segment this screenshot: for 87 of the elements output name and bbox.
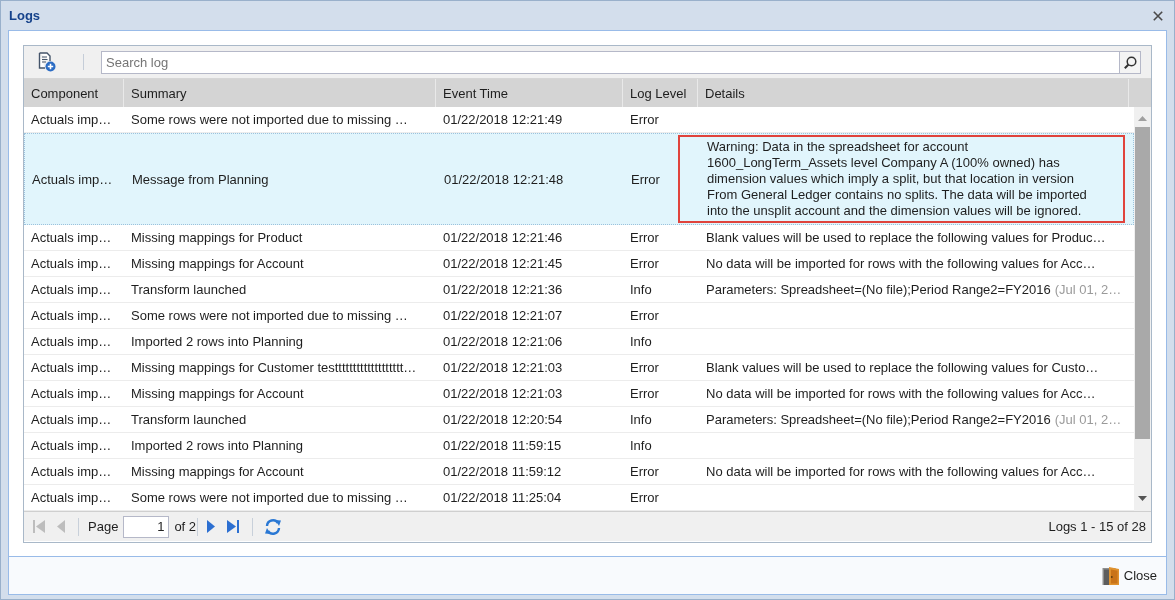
table-cell-text: 01/22/2018 11:25:04	[442, 489, 563, 507]
table-cell-text: Imported 2 rows into Planning	[130, 333, 304, 351]
page-label: Page	[88, 519, 119, 534]
table-cell-text: Some rows were not imported due to missing …	[130, 307, 409, 325]
table-cell-text: 01/22/2018 12:21:45	[442, 255, 564, 273]
table-cell-text: Info	[629, 281, 653, 299]
table-cell-text: Imported 2 rows into Planning	[130, 437, 304, 455]
last-page-icon[interactable]	[227, 520, 240, 533]
table-cell-text: Transform launched	[130, 411, 248, 429]
close-button[interactable]: Close	[1098, 563, 1160, 588]
table-cell-text: 01/22/2018 12:21:48	[443, 170, 565, 189]
column-header[interactable]: Details	[698, 79, 1129, 107]
table-cell-text: Info	[629, 333, 653, 351]
details-text: Parameters: Spreadsheet=(No file);Period Range2=FY2016	[706, 412, 1051, 427]
details-cell-text: No data will be imported for rows with the following values for Acc…	[705, 463, 1097, 481]
table-cell-text: 01/22/2018 12:21:03	[442, 385, 564, 403]
table-cell-text: Actuals imp…	[30, 229, 113, 247]
table-cell-text: Actuals imp…	[30, 463, 113, 481]
table-cell-text: Missing mappings for Customer testtttttttttttttttttt…	[130, 359, 418, 377]
table-cell-text: Actuals imp…	[31, 170, 114, 189]
table-cell-text: Actuals imp…	[30, 385, 113, 403]
table-cell-text: Actuals imp…	[30, 307, 113, 325]
scrollbar-thumb[interactable]	[1135, 127, 1150, 439]
table-cell-text: 01/22/2018 11:59:15	[442, 437, 563, 455]
table-cell-text: Actuals imp…	[30, 359, 113, 377]
table-cell-text: 01/22/2018 12:21:07	[442, 307, 564, 325]
record-count-label: Logs 1 - 15 of 28	[1048, 519, 1146, 534]
table-cell-text: Missing mappings for Account	[130, 385, 305, 403]
date-range-text: (Jul 01, 2…	[1054, 282, 1122, 297]
column-header[interactable]: Log Level	[623, 79, 698, 107]
column-header[interactable]: Summary	[124, 79, 436, 107]
table-cell-text: 01/22/2018 12:20:54	[442, 411, 564, 429]
table-cell-text: 01/22/2018 11:59:12	[442, 463, 563, 481]
close-icon[interactable]	[1153, 10, 1163, 21]
table-row[interactable]	[24, 133, 1134, 225]
date-range-text: (Jul 01, 2…	[1054, 412, 1122, 427]
table-cell-text: Actuals imp…	[30, 333, 113, 351]
column-header[interactable]: Event Time	[436, 79, 623, 107]
table-cell-text: Transform launched	[130, 281, 248, 299]
page-field[interactable]: 1	[123, 515, 170, 538]
table-cell-text: Error	[629, 489, 660, 507]
table-cell-text: Actuals imp…	[30, 489, 113, 507]
page-count-label: of 2	[174, 519, 197, 534]
refresh-icon[interactable]	[264, 517, 283, 536]
search-button[interactable]	[1119, 50, 1141, 74]
table-cell-text: Actuals imp…	[30, 255, 113, 273]
table-cell-text: Error	[629, 307, 660, 325]
details-cell-text: Blank values will be used to replace the following values for Custo…	[705, 359, 1100, 377]
table-cell-text: Error	[629, 463, 660, 481]
table-cell-text: 01/22/2018 12:21:46	[442, 229, 564, 247]
table-cell-text: Info	[629, 411, 653, 429]
search-icon	[1123, 55, 1137, 69]
details-cell-text: Blank values will be used to replace the following values for Produc…	[705, 229, 1107, 247]
details-cell-text: No data will be imported for rows with the following values for Acc…	[705, 255, 1097, 273]
table-cell-text: Actuals imp…	[30, 111, 113, 129]
table-cell-text: Message from Planning	[131, 170, 270, 189]
table-cell-text: 01/22/2018 12:21:06	[442, 333, 564, 351]
table-cell-text: Error	[629, 255, 660, 273]
table-cell-text: 01/22/2018 12:21:49	[442, 111, 564, 129]
door-icon	[1101, 565, 1120, 586]
window-title: Logs	[9, 8, 41, 23]
table-cell-text: Some rows were not imported due to missing …	[130, 111, 409, 129]
table-cell-text: Info	[629, 437, 653, 455]
table-cell-text: Error	[629, 359, 660, 377]
next-icon[interactable]	[207, 520, 216, 533]
table-cell-text: Missing mappings for Account	[130, 463, 305, 481]
details-cell-text: No data will be imported for rows with the following values for Acc…	[705, 385, 1097, 403]
scroll-down-icon[interactable]	[1138, 496, 1147, 501]
table-cell-text: 01/22/2018 12:21:03	[442, 359, 564, 377]
table-cell-text: Error	[630, 170, 661, 189]
search-field[interactable]: Search log	[101, 50, 1119, 74]
table-cell-text: Some rows were not imported due to missing …	[130, 489, 409, 507]
table-cell-text: Actuals imp…	[30, 411, 113, 429]
document-plus-icon[interactable]	[38, 52, 56, 72]
scrollbar-track[interactable]	[1134, 107, 1151, 511]
table-cell-text: Actuals imp…	[30, 437, 113, 455]
table-cell-text: Error	[629, 111, 660, 129]
table-cell-text: Actuals imp…	[30, 281, 113, 299]
table-cell-text: Error	[629, 229, 660, 247]
details-text: Parameters: Spreadsheet=(No file);Period Range2=FY2016	[706, 282, 1051, 297]
table-cell-text: Missing mappings for Account	[130, 255, 305, 273]
column-header[interactable]: Component	[24, 79, 124, 107]
details-cell: Warning: Data in the spreadsheet for account 1600_LongTerm_Assets level Company A (100% owned) has dimension values which imply a split, but that location in version From General Ledger contains no splits. The data will be imported into the unsplit account and the dimension values will be ignored.	[678, 135, 1125, 223]
table-cell-text: 01/22/2018 12:21:36	[442, 281, 564, 299]
table-cell-text: Error	[629, 385, 660, 403]
scroll-up-icon[interactable]	[1138, 116, 1147, 121]
table-cell-text: Missing mappings for Product	[130, 229, 304, 247]
